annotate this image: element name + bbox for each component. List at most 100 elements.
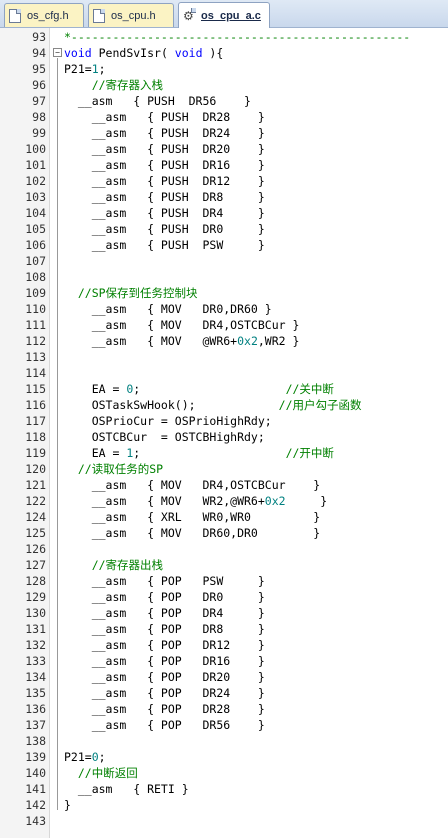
code-line[interactable]: 118 OSTCBCur = OSTCBHighRdy; <box>0 429 448 445</box>
line-number: 99 <box>32 126 46 140</box>
code-line[interactable]: 113 <box>0 349 448 365</box>
code-line[interactable]: 127 //寄存器出栈 <box>0 557 448 573</box>
code-text: __asm { POP DR16 } <box>64 653 265 669</box>
code-text: __asm { POP DR28 } <box>64 701 265 717</box>
tab-os-cpu-h[interactable]: os_cpu.h <box>88 3 174 27</box>
code-line[interactable]: 125 __asm { MOV DR60,DR0 } <box>0 525 448 541</box>
code-line[interactable]: 112 __asm { MOV @WR6+0x2,WR2 } <box>0 333 448 349</box>
code-line[interactable]: 131 __asm { POP DR8 } <box>0 621 448 637</box>
code-line[interactable]: 124 __asm { XRL WR0,WR0 } <box>0 509 448 525</box>
line-number: 102 <box>25 174 46 188</box>
header-file-icon <box>93 8 105 23</box>
code-line[interactable]: 141 __asm { RETI } <box>0 781 448 797</box>
code-line[interactable]: 104 __asm { PUSH DR4 } <box>0 205 448 221</box>
code-line[interactable]: 102 __asm { PUSH DR12 } <box>0 173 448 189</box>
code-text: OSTaskSwHook(); //用户勾子函数 <box>64 397 362 413</box>
line-number: 107 <box>25 254 46 268</box>
code-line[interactable]: 103 __asm { PUSH DR8 } <box>0 189 448 205</box>
code-text: __asm { RETI } <box>64 781 189 797</box>
code-text: __asm { PUSH DR24 } <box>64 125 265 141</box>
code-line[interactable]: 117 OSPrioCur = OSPrioHighRdy; <box>0 413 448 429</box>
code-token: __asm { PUSH DR0 } <box>64 222 265 236</box>
code-line[interactable]: 136 __asm { POP DR28 } <box>0 701 448 717</box>
code-text: OSPrioCur = OSPrioHighRdy; <box>64 413 272 429</box>
code-token: __asm { PUSH DR16 } <box>64 158 265 172</box>
code-line[interactable]: 140 //中断返回 <box>0 765 448 781</box>
code-text: P21=1; <box>64 61 106 77</box>
code-line[interactable]: 138 <box>0 733 448 749</box>
code-line[interactable]: 122 __asm { MOV WR2,@WR6+0x2 } <box>0 493 448 509</box>
code-line[interactable]: 132 __asm { POP DR12 } <box>0 637 448 653</box>
line-number: 142 <box>25 798 46 812</box>
code-line[interactable]: 97 __asm { PUSH DR56 } <box>0 93 448 109</box>
line-number: 108 <box>25 270 46 284</box>
code-line[interactable]: 96 //寄存器入栈 <box>0 77 448 93</box>
code-line[interactable]: 99 __asm { PUSH DR24 } <box>0 125 448 141</box>
code-token: 0x2 <box>264 494 286 508</box>
code-line[interactable]: 115 EA = 0; //关中断 <box>0 381 448 397</box>
code-line[interactable]: 106 __asm { PUSH PSW } <box>0 237 448 253</box>
line-number: 125 <box>25 526 46 540</box>
code-line[interactable]: 110 __asm { MOV DR0,DR60 } <box>0 301 448 317</box>
code-token: EA = <box>64 446 127 460</box>
line-number: 134 <box>25 670 46 684</box>
code-editor[interactable]: 93 *-------------------------------------… <box>0 28 448 838</box>
code-token: P21= <box>64 750 92 764</box>
code-text: __asm { MOV @WR6+0x2,WR2 } <box>64 333 300 349</box>
code-line[interactable]: 114 <box>0 365 448 381</box>
code-line[interactable]: 93 *-------------------------------------… <box>0 29 448 45</box>
code-line[interactable]: 130 __asm { POP DR4 } <box>0 605 448 621</box>
code-line[interactable]: 135 __asm { POP DR24 } <box>0 685 448 701</box>
code-token: //关中断 <box>285 382 334 396</box>
code-line[interactable]: 134 __asm { POP DR20 } <box>0 669 448 685</box>
header-file-icon <box>9 8 21 23</box>
code-line[interactable]: 94− void PendSvIsr( void ){ <box>0 45 448 61</box>
code-token: OSTCBCur = OSTCBHighRdy; <box>64 430 265 444</box>
line-number: 129 <box>25 590 46 604</box>
code-line[interactable]: 105 __asm { PUSH DR0 } <box>0 221 448 237</box>
line-number: 94 <box>32 46 46 60</box>
code-line[interactable]: 107 <box>0 253 448 269</box>
code-line[interactable]: 133 __asm { POP DR16 } <box>0 653 448 669</box>
line-number: 124 <box>25 510 46 524</box>
code-text: //寄存器入栈 <box>64 77 163 93</box>
line-number: 135 <box>25 686 46 700</box>
tab-os-cpu-a-c[interactable]: ⚙ os_cpu_a.c <box>178 2 270 28</box>
code-line[interactable]: 100 __asm { PUSH DR20 } <box>0 141 448 157</box>
code-line[interactable]: 126 <box>0 541 448 557</box>
code-line[interactable]: 143 <box>0 813 448 829</box>
code-line[interactable]: 137 __asm { POP DR56 } <box>0 717 448 733</box>
code-line[interactable]: 120 //读取任务的SP <box>0 461 448 477</box>
code-line[interactable]: 95 P21=1; <box>0 61 448 77</box>
code-line[interactable]: 142} <box>0 797 448 813</box>
code-token: __asm { PUSH DR8 } <box>64 190 265 204</box>
code-token: __asm { MOV DR4,OSTCBCur } <box>64 478 321 492</box>
line-number: 101 <box>25 158 46 172</box>
code-line[interactable]: 111 __asm { MOV DR4,OSTCBCur } <box>0 317 448 333</box>
line-number: 100 <box>25 142 46 156</box>
code-line[interactable]: 98 __asm { PUSH DR28 } <box>0 109 448 125</box>
code-line[interactable]: 128 __asm { POP PSW } <box>0 573 448 589</box>
code-line[interactable]: 139 P21=0; <box>0 749 448 765</box>
code-token: __asm { MOV DR0,DR60 } <box>64 302 272 316</box>
code-line[interactable]: 121 __asm { MOV DR4,OSTCBCur } <box>0 477 448 493</box>
tab-os-cfg-h[interactable]: os_cfg.h <box>4 3 84 27</box>
code-text: __asm { PUSH DR4 } <box>64 205 265 221</box>
code-text: //寄存器出栈 <box>64 557 163 573</box>
code-line[interactable]: 109 //SP保存到任务控制块 <box>0 285 448 301</box>
code-line[interactable]: 119 EA = 1; //开中断 <box>0 445 448 461</box>
code-text: //读取任务的SP <box>64 461 163 477</box>
code-text: __asm { PUSH DR56 } <box>64 93 251 109</box>
code-token: EA = <box>64 382 127 396</box>
code-text: __asm { MOV DR4,OSTCBCur } <box>64 317 300 333</box>
code-line[interactable]: 108 <box>0 269 448 285</box>
code-text: __asm { POP DR20 } <box>64 669 265 685</box>
code-text: __asm { POP DR0 } <box>64 589 265 605</box>
code-line[interactable]: 116 OSTaskSwHook(); //用户勾子函数 <box>0 397 448 413</box>
line-number: 93 <box>32 30 46 44</box>
fold-toggle-icon[interactable]: − <box>53 48 62 57</box>
code-line[interactable]: 101 __asm { PUSH DR16 } <box>0 157 448 173</box>
tab-label: os_cfg.h <box>27 9 69 22</box>
code-line[interactable]: 129 __asm { POP DR0 } <box>0 589 448 605</box>
line-number: 113 <box>25 350 46 364</box>
